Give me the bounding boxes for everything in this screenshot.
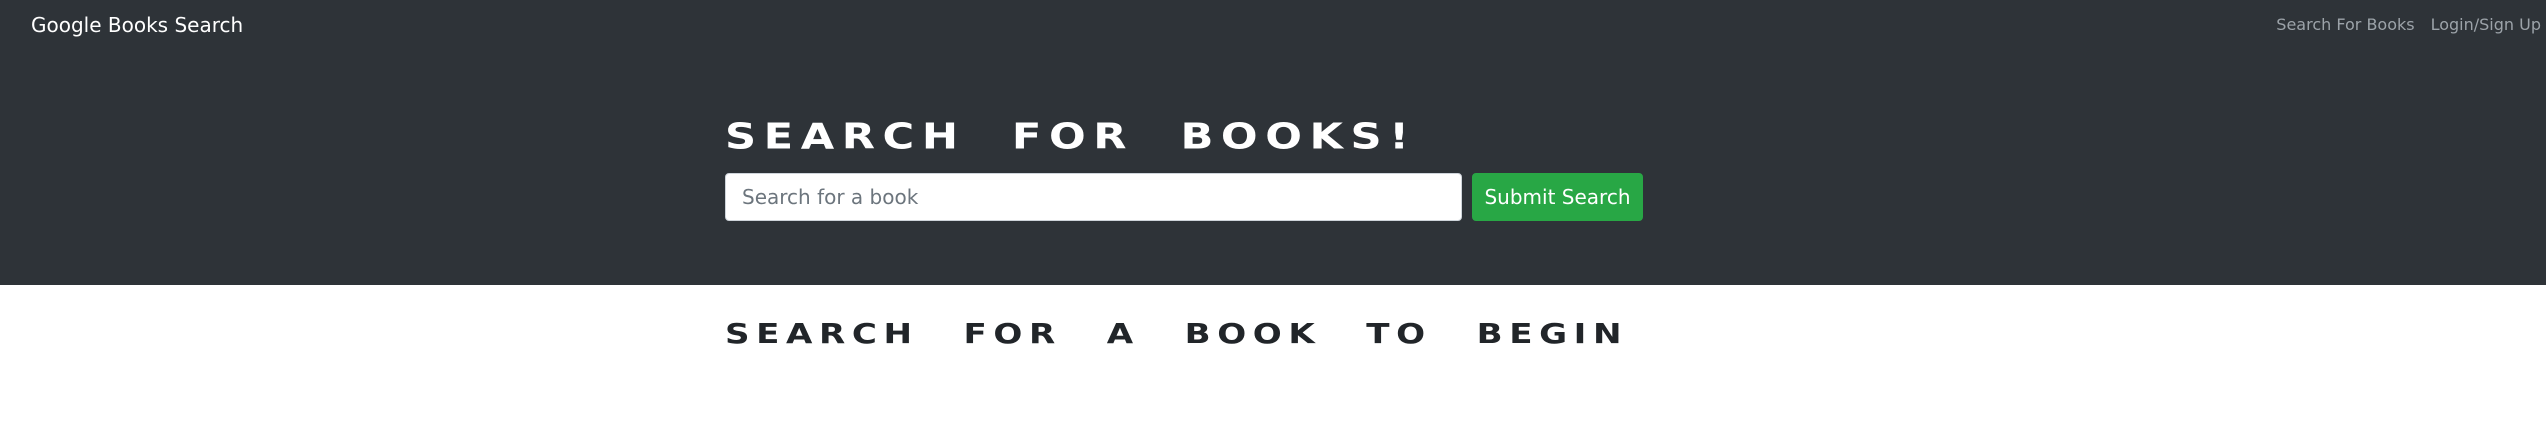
results-heading: Search for a book to begin	[725, 317, 1629, 351]
nav-link-search-for-books[interactable]: Search For Books	[2268, 13, 2422, 37]
brand-link[interactable]: Google Books Search	[31, 11, 243, 39]
submit-search-button[interactable]: Submit Search	[1472, 173, 1643, 221]
page-title: Search for Books!	[725, 116, 1417, 158]
navbar-links: Search For Books Login/Sign Up	[2268, 13, 2546, 37]
jumbotron-header: Google Books Search Search For Books Log…	[0, 0, 2546, 285]
search-input[interactable]	[725, 173, 1462, 221]
nav-link-login-signup[interactable]: Login/Sign Up	[2423, 13, 2546, 37]
